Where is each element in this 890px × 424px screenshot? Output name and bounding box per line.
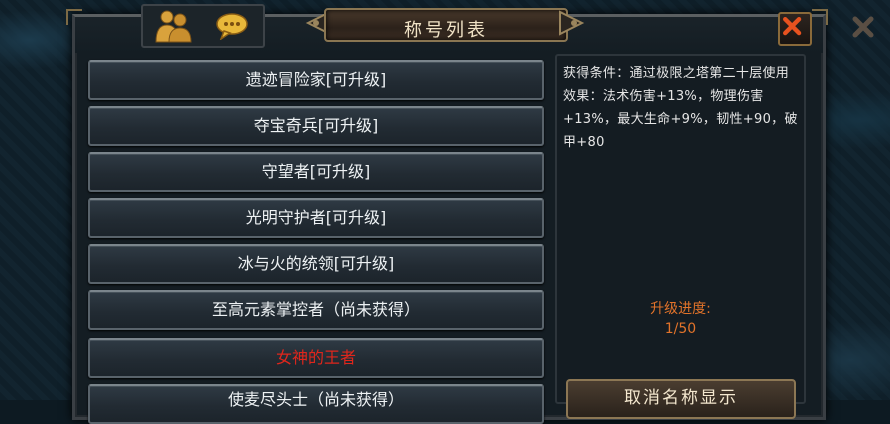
chat-bubble-icon[interactable] <box>215 12 249 40</box>
title-item[interactable]: 至高元素掌控者（尚未获得） <box>88 290 544 330</box>
cancel-title-display-button[interactable]: 取消名称显示 <box>566 379 796 419</box>
title-item-selected[interactable]: 女神的王者 <box>88 338 544 378</box>
close-button-background <box>848 12 878 42</box>
banner-ornament-icon <box>559 10 585 36</box>
title-description: 获得条件：通过极限之塔第二十层使用效果：法术伤害+13%，物理伤害+13%，最大… <box>563 66 798 150</box>
title-item[interactable]: 遗迹冒险家[可升级] <box>88 60 544 100</box>
panel-corner-ornament <box>66 9 82 25</box>
panel-corner-ornament <box>812 9 828 25</box>
title-item[interactable]: 使麦尽头士（尚未获得） <box>88 384 544 424</box>
close-icon <box>783 17 802 36</box>
close-button[interactable] <box>778 12 812 46</box>
title-item[interactable]: 夺宝奇兵[可升级] <box>88 106 544 146</box>
title-plate: 称号列表 <box>324 8 568 42</box>
title-item[interactable]: 冰与火的统领[可升级] <box>88 244 544 284</box>
people-icon[interactable] <box>153 8 193 44</box>
title-item[interactable]: 守望者[可升级] <box>88 152 544 192</box>
social-icon-box <box>141 4 265 48</box>
title-detail-panel: 获得条件：通过极限之塔第二十层使用效果：法术伤害+13%，物理伤害+13%，最大… <box>555 54 806 404</box>
upgrade-progress-label: 升级进度: <box>650 301 711 317</box>
close-icon <box>852 16 874 38</box>
title-item[interactable]: 光明守护者[可升级] <box>88 198 544 238</box>
window-title: 称号列表 <box>404 20 488 41</box>
window-title-banner: 称号列表 <box>300 6 590 42</box>
upgrade-progress-value: 1/50 <box>664 321 697 337</box>
